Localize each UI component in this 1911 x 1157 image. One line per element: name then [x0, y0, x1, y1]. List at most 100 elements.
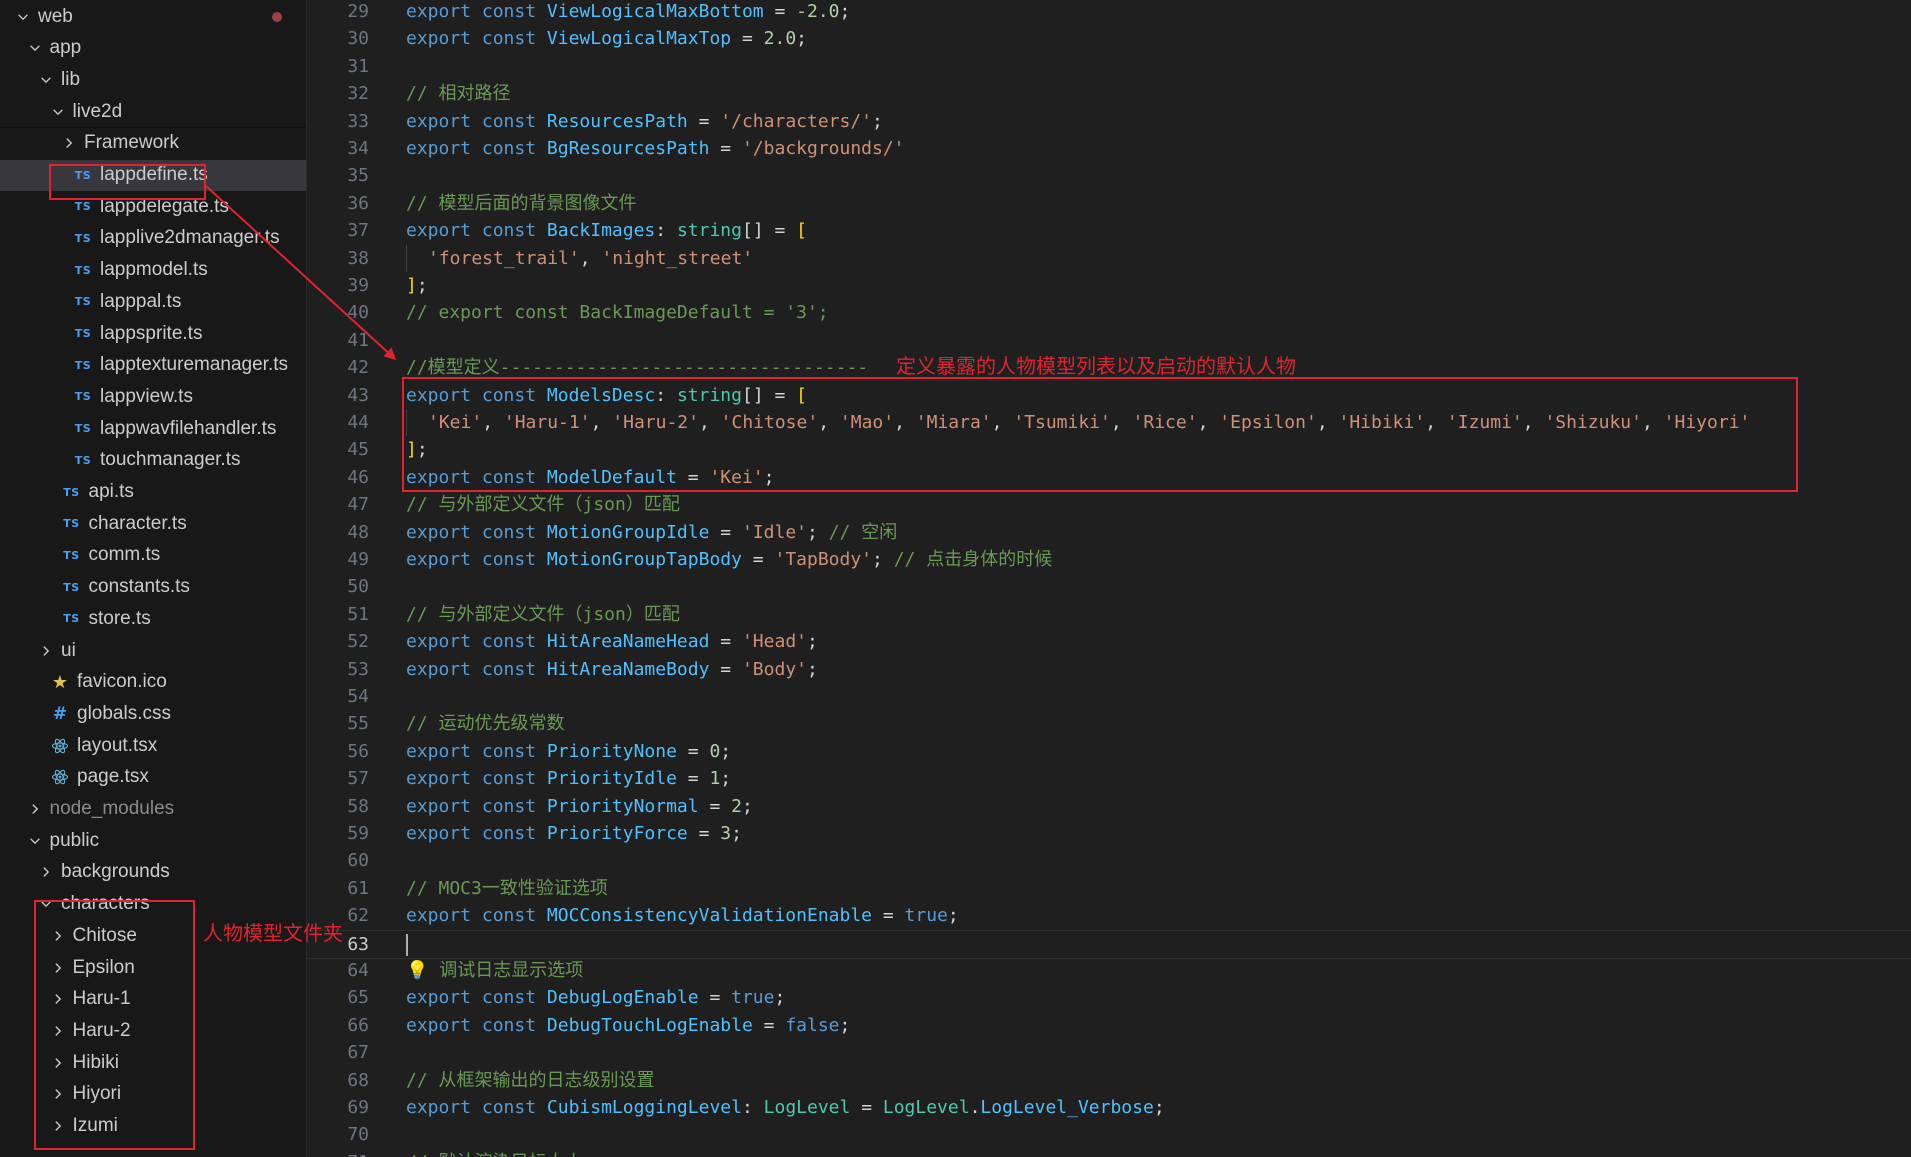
tree-file-lappmodel-ts[interactable]: TS lappmodel.ts	[0, 255, 306, 286]
code-token: const	[481, 549, 547, 570]
code-editor[interactable]: 29 export const ViewLogicalMaxBottom = -2…	[307, 0, 1911, 1157]
chevron-right-icon[interactable]	[37, 635, 55, 666]
code-token: const	[481, 220, 547, 242]
code-line[interactable]: 33 export const ResourcesPath = '/charact…	[307, 108, 1911, 135]
chevron-right-icon[interactable]	[26, 794, 44, 825]
code-line[interactable]: 29 export const ViewLogicalMaxBottom = -2…	[307, 0, 1911, 25]
code-line[interactable]: 51 // 与外部定义文件（json）匹配	[307, 601, 1911, 628]
code-line[interactable]: 32 // 相对路径	[307, 80, 1911, 107]
code-line[interactable]: 37 export const BackImages: string[] = [	[307, 217, 1911, 244]
code-line[interactable]: 66 export const DebugTouchLogEnable = fal…	[307, 1012, 1911, 1039]
code-line[interactable]: 49 export const MotionGroupTapBody = 'Tap…	[307, 546, 1911, 573]
code-line[interactable]: 68 // 从框架输出的日志级别设置	[307, 1067, 1911, 1094]
code-line[interactable]: 67	[307, 1039, 1911, 1066]
code-line[interactable]: 61 // MOC3一致性验证选项	[307, 875, 1911, 902]
tree-folder-node-modules[interactable]: node_modules	[0, 794, 306, 825]
css-file-icon: #	[52, 703, 68, 724]
line-number: 34	[347, 138, 369, 159]
tree-file-touchmanager-ts[interactable]: TS touchmanager.ts	[0, 445, 306, 476]
code-content: export const BackImages: string[] = [	[406, 217, 807, 244]
chevron-down-icon[interactable]	[37, 64, 55, 95]
code-line[interactable]: 63	[307, 929, 1911, 959]
code-line[interactable]: 47 // 与外部定义文件（json）匹配	[307, 491, 1911, 518]
tree-folder-framework[interactable]: Framework	[0, 128, 306, 159]
code-line[interactable]: 39];	[307, 272, 1911, 299]
lightbulb-icon[interactable]: 💡	[406, 960, 428, 981]
tree-folder-live2d[interactable]: live2d	[0, 96, 306, 129]
code-line[interactable]: 34 export const BgResourcesPath = '/backg…	[307, 135, 1911, 162]
tree-item-label: character.ts	[88, 512, 187, 534]
code-token: export	[406, 28, 482, 50]
tree-folder-web[interactable]: web	[0, 1, 306, 32]
code-line[interactable]: 35	[307, 162, 1911, 189]
tree-file-constants-ts[interactable]: TS constants.ts	[0, 572, 306, 603]
annotation-box-characters	[34, 900, 195, 1150]
tree-folder-app[interactable]: app	[0, 33, 306, 64]
code-token: PriorityNone	[546, 740, 677, 762]
code-line[interactable]: 53 export const HitAreaNameBody = 'Body';	[307, 656, 1911, 683]
chevron-right-icon[interactable]	[37, 857, 55, 888]
tree-file-lappview-ts[interactable]: TS lappview.ts	[0, 381, 306, 412]
tree-file-layout-tsx[interactable]: layout.tsx	[0, 730, 306, 761]
tree-file-page-tsx[interactable]: page.tsx	[0, 762, 306, 793]
line-number: 58	[347, 795, 369, 817]
code-line[interactable]: 69 export const CubismLoggingLevel: LogLe…	[307, 1094, 1911, 1121]
code-line[interactable]: 59 export const PriorityForce = 3;	[307, 820, 1911, 847]
code-token: const	[481, 658, 547, 680]
code-token: 'Idle'	[741, 521, 807, 543]
code-line[interactable]: 58 export const PriorityNormal = 2;	[307, 793, 1911, 820]
typescript-file-icon: TS	[74, 295, 92, 309]
tree-file-lapplive2dmanager-ts[interactable]: TS lapplive2dmanager.ts	[0, 223, 306, 254]
tree-file-api-ts[interactable]: TS api.ts	[0, 477, 306, 508]
code-line[interactable]: 64 💡 调试日志显示选项	[307, 957, 1911, 984]
code-line[interactable]: 70	[307, 1121, 1911, 1148]
chevron-down-icon[interactable]	[26, 825, 44, 856]
tree-file-lapppal-ts[interactable]: TS lapppal.ts	[0, 286, 306, 317]
chevron-right-icon[interactable]	[60, 128, 78, 159]
code-line[interactable]: 62 export const MOCConsistencyValidationE…	[307, 902, 1911, 929]
chevron-down-icon[interactable]	[14, 1, 32, 32]
code-token: ;	[872, 549, 894, 570]
code-line[interactable]: 56 export const PriorityNone = 0;	[307, 738, 1911, 765]
code-line[interactable]: 50	[307, 573, 1911, 600]
chevron-down-icon[interactable]	[26, 33, 44, 64]
tree-folder-lib[interactable]: lib	[0, 64, 306, 95]
code-line[interactable]: 36 // 模型后面的背景图像文件	[307, 190, 1911, 217]
code-line[interactable]: 31	[307, 53, 1911, 80]
code-token: BackImages	[546, 220, 656, 242]
code-token: false	[785, 1014, 840, 1036]
code-token: // 与外部定义文件（json）匹配	[406, 494, 680, 516]
code-token: ;	[1153, 1097, 1165, 1118]
code-line[interactable]: 65 export const DebugLogEnable = true;	[307, 984, 1911, 1011]
code-token: =	[698, 987, 732, 1009]
tree-file-lappsprite-ts[interactable]: TS lappsprite.ts	[0, 318, 306, 349]
tree-item-label: api.ts	[88, 481, 134, 502]
tree-file-lapptexturemanager-ts[interactable]: TS lapptexturemanager.ts	[0, 350, 306, 381]
code-token: export	[406, 658, 482, 680]
tree-file-store-ts[interactable]: TS store.ts	[0, 603, 306, 634]
tree-file-globals-css[interactable]: # globals.css	[0, 698, 306, 729]
code-line[interactable]: 55 // 运动优先级常数	[307, 710, 1911, 737]
code-line[interactable]: 71 // 默认渲染目标大小	[307, 1149, 1911, 1157]
tree-folder-public[interactable]: public	[0, 825, 306, 856]
tree-file-comm-ts[interactable]: TS comm.ts	[0, 540, 306, 571]
tree-folder-ui[interactable]: ui	[0, 635, 306, 666]
code-line[interactable]: 40 // export const BackImageDefault = '3'…	[307, 299, 1911, 326]
chevron-down-icon[interactable]	[49, 96, 67, 127]
code-line[interactable]: 48 export const MotionGroupIdle = 'Idle';…	[307, 519, 1911, 546]
tree-file-character-ts[interactable]: TS character.ts	[0, 508, 306, 539]
code-line[interactable]: 30 export const ViewLogicalMaxTop = 2.0;	[307, 25, 1911, 52]
code-line[interactable]: 54	[307, 683, 1911, 710]
code-line[interactable]: 57 export const PriorityIdle = 1;	[307, 765, 1911, 792]
tree-file-favicon-ico[interactable]: ★ favicon.ico	[0, 667, 306, 698]
tree-folder-backgrounds[interactable]: backgrounds	[0, 857, 306, 888]
code-content: export const HitAreaNameHead = 'Head';	[406, 628, 818, 655]
code-token: =	[752, 1014, 786, 1036]
code-token: // 默认渲染目标大小	[406, 1152, 583, 1157]
code-line[interactable]: 52 export const HitAreaNameHead = 'Head';	[307, 628, 1911, 655]
code-content: // 从框架输出的日志级别设置	[406, 1067, 655, 1094]
code-line[interactable]: 38 'forest_trail', 'night_street'	[307, 244, 1911, 272]
tree-file-lappwavfilehandler-ts[interactable]: TS lappwavfilehandler.ts	[0, 413, 306, 444]
code-line[interactable]: 60	[307, 847, 1911, 874]
code-token: 调试日志显示选项	[428, 960, 584, 981]
